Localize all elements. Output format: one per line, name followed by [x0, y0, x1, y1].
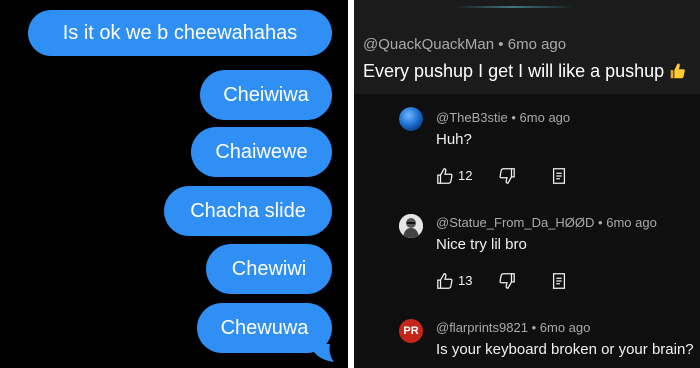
separator-dot: •: [498, 36, 504, 53]
comment-text: Every pushup I get I will like a pushup: [363, 61, 686, 82]
message-bubble[interactable]: Is it ok we b cheewahahas: [28, 10, 332, 56]
reply-author[interactable]: @Statue_From_Da_HØØD: [436, 215, 594, 230]
message-bubble[interactable]: Chewiwi: [206, 244, 332, 294]
reply-author-line[interactable]: @flarprints9821 • 6mo ago: [436, 320, 590, 335]
reply-text: Is your keyboard broken or your brain?: [436, 341, 694, 358]
thumbs-up-emoji-icon: [670, 63, 685, 79]
top-comment: @QuackQuackMan • 6mo ago Every pushup I …: [354, 0, 700, 94]
blue-orb-avatar-icon: [399, 107, 423, 131]
reply-author[interactable]: @TheB3stie: [436, 110, 508, 125]
dislike-icon[interactable]: [498, 272, 516, 290]
like-count: 13: [458, 273, 473, 288]
reply-icon[interactable]: [550, 167, 568, 185]
reply-comment: PR @flarprints9821 • 6mo ago Is your key…: [354, 315, 700, 368]
message-bubble[interactable]: Chacha slide: [164, 186, 332, 236]
reply-author[interactable]: @flarprints9821: [436, 320, 528, 335]
separator-dot: •: [531, 320, 537, 335]
message-bubble[interactable]: Cheiwiwa: [200, 70, 332, 120]
comment-author[interactable]: @QuackQuackMan: [363, 36, 494, 53]
top-accent-line: [454, 6, 574, 8]
like-icon[interactable]: [436, 167, 454, 185]
statue-avatar-icon: [399, 214, 423, 238]
separator-dot: •: [511, 110, 516, 125]
chat-panel: Is it ok we b cheewahahas Cheiwiwa Chaiw…: [0, 0, 348, 368]
reply-comment: @Statue_From_Da_HØØD • 6mo ago Nice try …: [354, 210, 700, 300]
comment-text-body: Every pushup I get I will like a pushup: [363, 61, 665, 81]
reply-time: 6mo ago: [519, 110, 571, 125]
reply-author-line[interactable]: @Statue_From_Da_HØØD • 6mo ago: [436, 215, 657, 230]
avatar[interactable]: PR: [399, 319, 423, 343]
comment-time: 6mo ago: [507, 36, 567, 53]
dislike-icon[interactable]: [498, 167, 516, 185]
separator-dot: •: [598, 215, 603, 230]
reply-text: Nice try lil bro: [436, 236, 527, 253]
comment-author-line[interactable]: @QuackQuackMan • 6mo ago: [363, 36, 566, 53]
reply-text: Huh?: [436, 131, 472, 148]
reply-comment: @TheB3stie • 6mo ago Huh? 12: [354, 105, 700, 195]
avatar[interactable]: [399, 107, 423, 131]
reply-time: 6mo ago: [539, 320, 591, 335]
reply-icon[interactable]: [550, 272, 568, 290]
reply-author-line[interactable]: @TheB3stie • 6mo ago: [436, 110, 570, 125]
reply-time: 6mo ago: [606, 215, 657, 230]
comments-panel: @QuackQuackMan • 6mo ago Every pushup I …: [354, 0, 700, 368]
bubble-tail-icon: [312, 344, 334, 362]
message-bubble[interactable]: Chaiwewe: [191, 127, 332, 177]
like-count: 12: [458, 168, 473, 183]
avatar[interactable]: [399, 214, 423, 238]
like-icon[interactable]: [436, 272, 454, 290]
